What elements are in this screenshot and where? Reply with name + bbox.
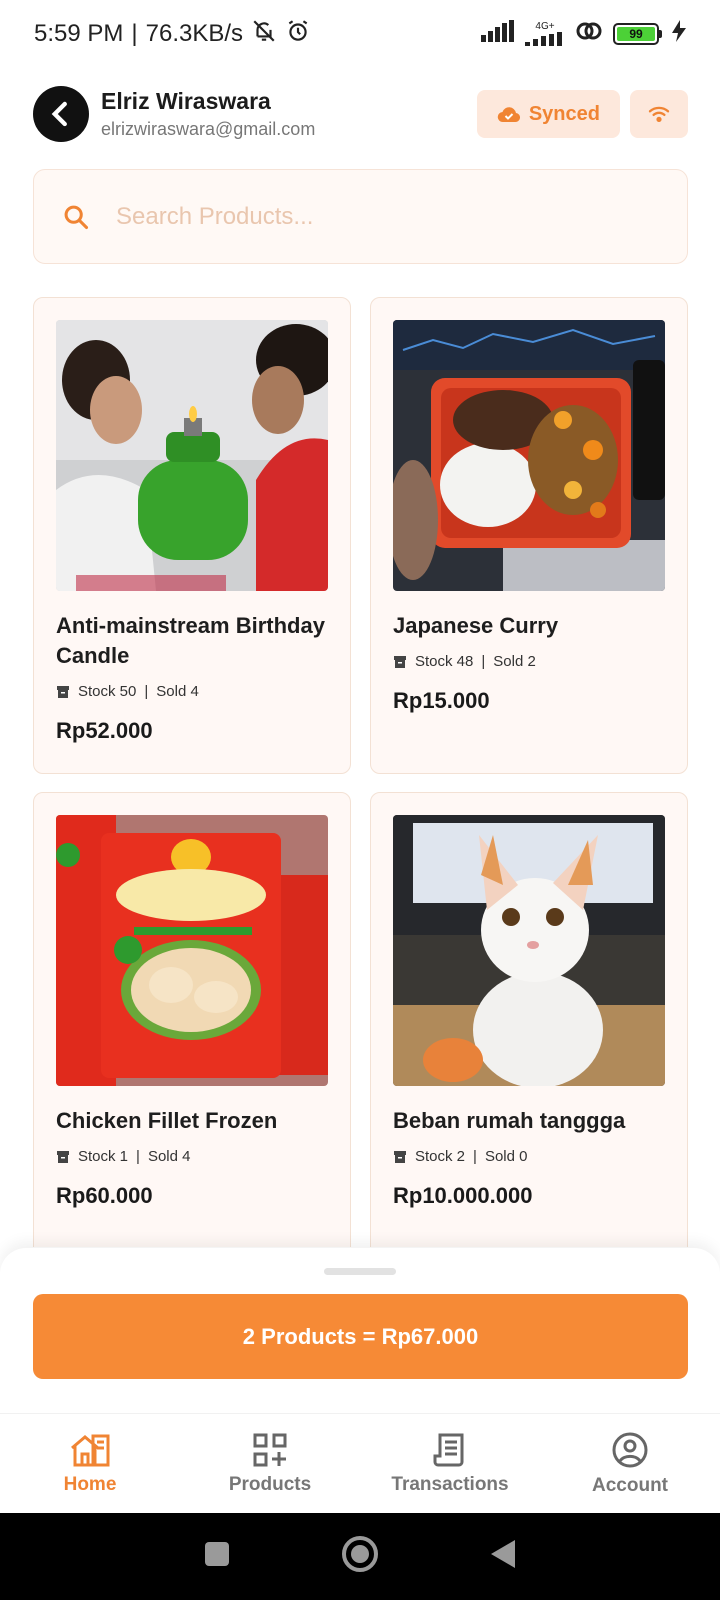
sheet-drag-handle[interactable]: [324, 1268, 396, 1275]
meta-separator: |: [136, 1148, 140, 1165]
nav-products[interactable]: Products: [185, 1432, 355, 1496]
product-meta: Stock 2 | Sold 0: [393, 1148, 665, 1165]
header-actions: Synced: [476, 90, 688, 138]
nav-home[interactable]: Home: [5, 1432, 175, 1496]
product-price: Rp60.000: [56, 1183, 153, 1208]
product-image: [393, 320, 665, 591]
user-email: elrizwiraswara@gmail.com: [101, 119, 316, 139]
product-sold: Sold 2: [493, 653, 536, 670]
nav-transactions[interactable]: Transactions: [365, 1432, 535, 1496]
signal-icon: [481, 19, 515, 49]
product-name: Anti-mainstream Birthday Candle: [56, 613, 325, 668]
cart-sheet: 2 Products = Rp67.000: [0, 1248, 720, 1413]
status-right: 4G+ 99: [481, 19, 686, 50]
link-icon: [575, 19, 603, 50]
product-name: Japanese Curry: [393, 613, 559, 638]
meta-separator: |: [144, 683, 149, 700]
product-name: Beban rumah tanggga: [393, 1108, 626, 1133]
synced-label: Synced: [528, 102, 600, 125]
alarm-icon: [285, 18, 311, 51]
charging-icon: [672, 19, 686, 49]
home-circle-icon[interactable]: [341, 1535, 379, 1578]
archive-icon: [57, 1150, 69, 1163]
product-stock: Stock 1: [78, 1148, 129, 1165]
product-card[interactable]: Anti-mainstream Birthday Candle Stock 50…: [33, 297, 351, 774]
status-left: 5:59 PM | 76.3KB/s: [34, 18, 311, 51]
user-text: Elriz Wiraswara elrizwiraswara@gmail.com: [101, 88, 315, 140]
cloud-check-icon: [497, 107, 520, 123]
app-header: Elriz Wiraswara elrizwiraswara@gmail.com…: [33, 84, 688, 144]
product-sold: Sold 4: [147, 1148, 191, 1165]
meta-separator: |: [481, 653, 486, 670]
battery-icon: 99: [613, 23, 662, 45]
meta-separator: |: [473, 1148, 477, 1165]
back-triangle-icon[interactable]: [489, 1538, 517, 1575]
product-sold: Sold 0: [484, 1148, 528, 1165]
status-speed: 76.3KB/s: [145, 20, 244, 47]
archive-icon: [394, 655, 406, 668]
product-meta: Stock 50 | Sold 4: [56, 683, 328, 700]
receipt-icon: [433, 1433, 464, 1466]
product-stock: Stock 48: [415, 653, 474, 670]
recents-icon[interactable]: [203, 1540, 231, 1573]
product-stock: Stock 2: [415, 1148, 466, 1165]
cart-summary-button[interactable]: 2 Products = Rp67.000: [33, 1294, 688, 1379]
network-type: 4G+: [535, 21, 555, 32]
search-input[interactable]: [116, 202, 616, 231]
product-card[interactable]: Chicken Fillet Frozen Stock 1 | Sold 4 R…: [33, 792, 351, 1247]
product-stock: Stock 50: [78, 683, 137, 700]
battery-level: 99: [617, 27, 655, 41]
product-card[interactable]: Japanese Curry Stock 48 | Sold 2 Rp15.00…: [370, 297, 688, 774]
wifi-icon: [648, 106, 670, 123]
product-grid: Anti-mainstream Birthday Candle Stock 50…: [33, 297, 688, 1247]
status-time: 5:59 PM: [34, 20, 124, 47]
product-meta: Stock 1 | Sold 4: [56, 1148, 328, 1165]
search-bar[interactable]: [33, 169, 688, 264]
user-circle-icon: [612, 1432, 648, 1467]
product-image: [56, 815, 328, 1086]
product-price: Rp52.000: [56, 718, 153, 743]
nav-transactions-label: Transactions: [391, 1473, 509, 1495]
status-bar: 5:59 PM | 76.3KB/s 4G+ 99: [0, 0, 720, 68]
nav-account[interactable]: Account: [545, 1431, 715, 1497]
avatar[interactable]: [33, 86, 89, 142]
nav-products-label: Products: [228, 1473, 312, 1495]
user-name: Elriz Wiraswara: [101, 88, 271, 114]
archive-icon: [57, 685, 69, 698]
connection-button[interactable]: [630, 90, 688, 138]
search-icon: [64, 205, 89, 229]
chevron-left-icon: [51, 101, 67, 127]
product-sold: Sold 4: [156, 683, 199, 700]
product-meta: Stock 48 | Sold 2: [393, 653, 665, 670]
archive-icon: [394, 1150, 406, 1163]
product-price: Rp10.000.000: [393, 1183, 533, 1208]
product-card[interactable]: Beban rumah tanggga Stock 2 | Sold 0 Rp1…: [370, 792, 688, 1247]
home-icon: [71, 1434, 110, 1466]
status-separator: |: [131, 20, 138, 47]
nav-account-label: Account: [592, 1474, 668, 1496]
user-info: Elriz Wiraswara elrizwiraswara@gmail.com: [33, 86, 315, 142]
signal-4g-icon: 4G+: [525, 22, 565, 46]
product-price: Rp15.000: [393, 688, 490, 713]
system-nav-bar: [0, 1513, 720, 1600]
product-name: Chicken Fillet Frozen: [56, 1108, 278, 1133]
product-image: [393, 815, 665, 1086]
product-image: [56, 320, 328, 591]
synced-button[interactable]: Synced: [476, 90, 620, 138]
bell-off-icon: [251, 18, 277, 51]
bottom-nav: Home Products Transactions Account: [0, 1413, 720, 1513]
nav-home-label: Home: [63, 1473, 117, 1495]
qr-add-icon: [253, 1433, 287, 1466]
